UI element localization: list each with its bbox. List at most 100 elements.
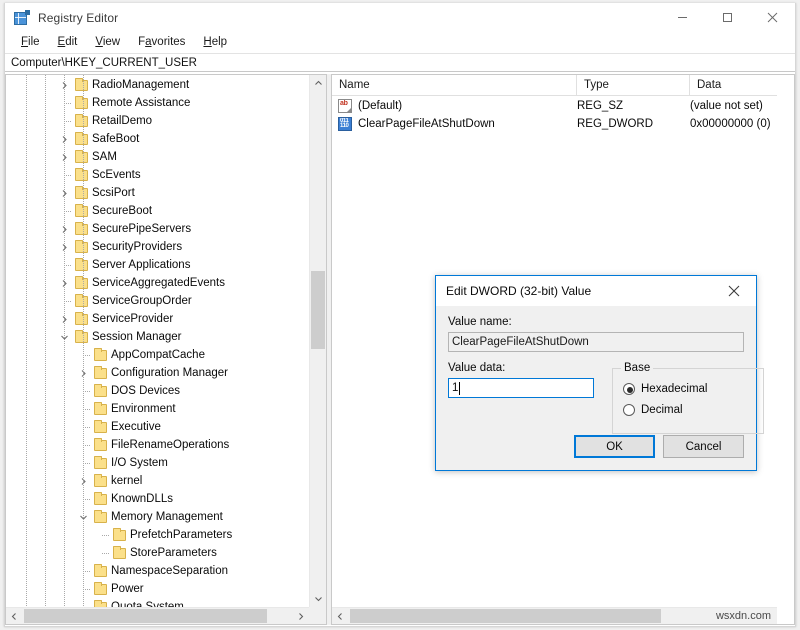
chevron-up-icon[interactable]	[310, 75, 327, 92]
tree-item-securityproviders[interactable]: SecurityProviders	[6, 238, 309, 256]
tree-item-serviceaggregatedevents[interactable]: ServiceAggregatedEvents	[6, 274, 309, 292]
chevron-right-icon[interactable]	[56, 76, 72, 94]
tree-viewport: RadioManagementRemote AssistanceRetailDe…	[6, 75, 309, 607]
tree-item-session-manager[interactable]: Session Manager	[6, 328, 309, 346]
folder-icon	[73, 274, 89, 292]
chevron-left-icon[interactable]	[6, 608, 23, 625]
menu-item-view[interactable]: View	[86, 32, 129, 53]
chevron-right-icon[interactable]	[56, 130, 72, 148]
tree-item-retaildemo[interactable]: RetailDemo	[6, 112, 309, 130]
close-icon[interactable]	[750, 3, 795, 32]
tree-item-radiomanagement[interactable]: RadioManagement	[6, 76, 309, 94]
tree-item-label: ScEvents	[92, 166, 141, 184]
chevron-down-icon[interactable]	[56, 328, 72, 346]
values-horizontal-scrollbar[interactable]: wsxdn.com	[332, 607, 777, 624]
folder-icon	[73, 184, 89, 202]
menu-item-favorites[interactable]: Favorites	[129, 32, 194, 53]
dword-value-icon: 011110	[338, 117, 352, 131]
chevron-left-icon[interactable]	[332, 608, 349, 625]
column-header-name[interactable]: Name	[332, 75, 577, 95]
folder-icon	[73, 130, 89, 148]
folder-icon	[73, 166, 89, 184]
tree-item-securepipeservers[interactable]: SecurePipeServers	[6, 220, 309, 238]
menu-item-edit[interactable]: Edit	[49, 32, 87, 53]
tree-guide-stub	[64, 121, 72, 122]
watermark-text: wsxdn.com	[716, 610, 771, 622]
tree-hscroll-thumb[interactable]	[24, 609, 267, 623]
radio-option-hexadecimal[interactable]: Hexadecimal	[623, 378, 755, 399]
ok-button[interactable]: OK	[574, 435, 655, 458]
folder-icon	[73, 148, 89, 166]
chevron-right-icon[interactable]	[292, 608, 309, 625]
tree-item-i-o-system[interactable]: I/O System	[6, 454, 309, 472]
table-row[interactable]: ab(Default)REG_SZ(value not set)	[332, 97, 777, 115]
tree-item-safeboot[interactable]: SafeBoot	[6, 130, 309, 148]
chevron-right-icon[interactable]	[56, 220, 72, 238]
chevron-right-icon[interactable]	[56, 148, 72, 166]
address-bar[interactable]: Computer\HKEY_CURRENT_USER	[5, 53, 795, 72]
tree-horizontal-scrollbar[interactable]	[6, 607, 309, 624]
minimize-icon[interactable]	[660, 3, 705, 32]
tree-item-prefetchparameters[interactable]: PrefetchParameters	[6, 526, 309, 544]
close-icon[interactable]	[712, 276, 756, 306]
tree-item-remote-assistance[interactable]: Remote Assistance	[6, 94, 309, 112]
tree-scroll-thumb[interactable]	[311, 271, 325, 349]
value-data-input[interactable]: 1	[448, 378, 594, 398]
chevron-right-icon[interactable]	[56, 274, 72, 292]
tree-item-dos-devices[interactable]: DOS Devices	[6, 382, 309, 400]
tree-item-scevents[interactable]: ScEvents	[6, 166, 309, 184]
chevron-right-icon[interactable]	[56, 184, 72, 202]
table-row[interactable]: 011110ClearPageFileAtShutDownREG_DWORD0x…	[332, 115, 777, 133]
folder-icon	[92, 580, 108, 598]
tree-item-knowndlls[interactable]: KnownDLLs	[6, 490, 309, 508]
tree-item-server-applications[interactable]: Server Applications	[6, 256, 309, 274]
tree-item-executive[interactable]: Executive	[6, 418, 309, 436]
menu-label-edit-rest: dit	[65, 36, 77, 48]
values-scroll-corner	[777, 607, 794, 624]
tree-item-appcompatcache[interactable]: AppCompatCache	[6, 346, 309, 364]
tree-item-secureboot[interactable]: SecureBoot	[6, 202, 309, 220]
chevron-right-icon[interactable]	[56, 238, 72, 256]
tree-item-label: Environment	[111, 400, 176, 418]
tree-item-filerenameoperations[interactable]: FileRenameOperations	[6, 436, 309, 454]
folder-icon	[92, 472, 108, 490]
tree-item-scsiport[interactable]: ScsiPort	[6, 184, 309, 202]
tree-item-label: SafeBoot	[92, 130, 139, 148]
folder-icon	[111, 526, 127, 544]
tree-item-storeparameters[interactable]: StoreParameters	[6, 544, 309, 562]
tree-item-serviceprovider[interactable]: ServiceProvider	[6, 310, 309, 328]
column-header-type[interactable]: Type	[577, 75, 690, 95]
base-radio-group: Base Hexadecimal Decimal	[612, 362, 764, 434]
tree-item-servicegrouporder[interactable]: ServiceGroupOrder	[6, 292, 309, 310]
cancel-button[interactable]: Cancel	[663, 435, 744, 458]
tree-item-namespaceseparation[interactable]: NamespaceSeparation	[6, 562, 309, 580]
tree-item-sam[interactable]: SAM	[6, 148, 309, 166]
title-bar: Registry Editor	[5, 3, 795, 32]
values-hscroll-thumb[interactable]	[350, 609, 661, 623]
folder-icon	[92, 508, 108, 526]
tree-item-label: ServiceProvider	[92, 310, 173, 328]
tree-item-memory-management[interactable]: Memory Management	[6, 508, 309, 526]
maximize-icon[interactable]	[705, 3, 750, 32]
folder-icon	[73, 202, 89, 220]
radio-hexadecimal-icon[interactable]	[623, 383, 635, 395]
radio-option-decimal[interactable]: Decimal	[623, 399, 755, 420]
folder-icon	[73, 328, 89, 346]
tree-item-kernel[interactable]: kernel	[6, 472, 309, 490]
value-name-input[interactable]: ClearPageFileAtShutDown	[448, 332, 744, 352]
tree-guide-stub	[102, 535, 110, 536]
menu-item-file[interactable]: File	[12, 32, 49, 53]
tree-item-power[interactable]: Power	[6, 580, 309, 598]
radio-decimal-icon[interactable]	[623, 404, 635, 416]
chevron-right-icon[interactable]	[56, 310, 72, 328]
folder-icon	[73, 112, 89, 130]
tree-item-quota-system[interactable]: Quota System	[6, 598, 309, 607]
tree-item-environment[interactable]: Environment	[6, 400, 309, 418]
cell-name: ab(Default)	[332, 97, 577, 115]
tree-item-label: Server Applications	[92, 256, 190, 274]
tree-item-configuration-manager[interactable]: Configuration Manager	[6, 364, 309, 382]
menu-item-help[interactable]: Help	[194, 32, 236, 53]
chevron-down-icon[interactable]	[310, 590, 327, 607]
tree-vertical-scrollbar[interactable]	[309, 75, 326, 607]
cell-type: REG_SZ	[577, 97, 690, 115]
